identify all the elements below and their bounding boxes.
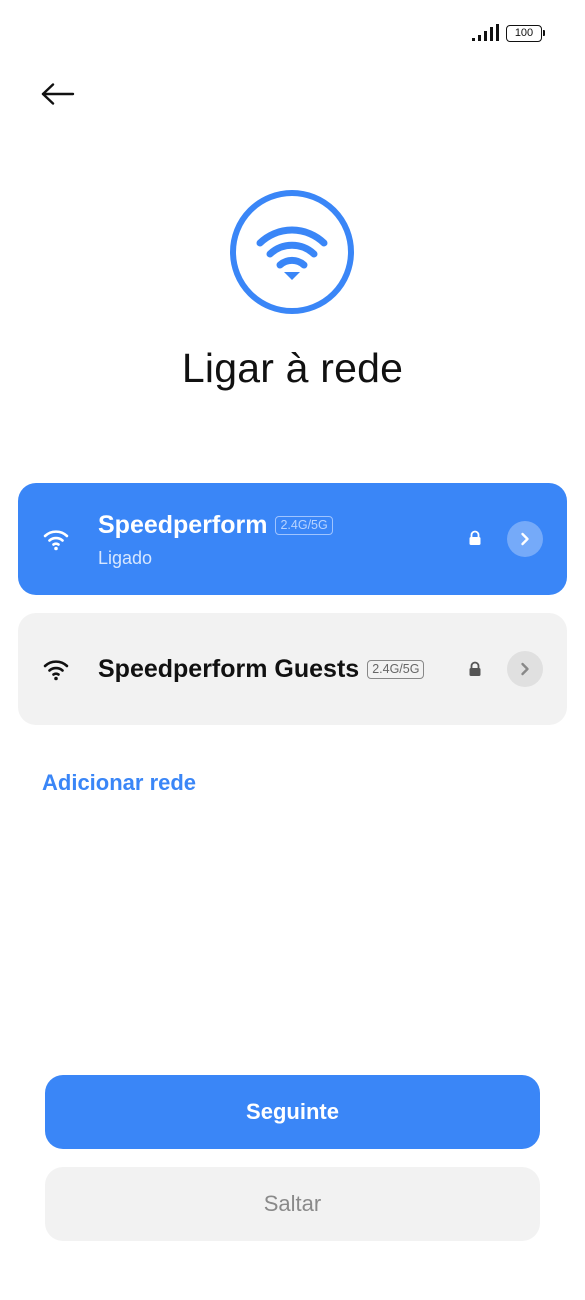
next-button[interactable]: Seguinte [45, 1075, 540, 1149]
wifi-hero-icon [230, 190, 354, 314]
battery-icon: 100 [506, 24, 545, 42]
status-bar: 100 [470, 24, 545, 42]
lock-icon [469, 661, 481, 676]
page-title: Ligar à rede [181, 345, 404, 391]
signal-icon [472, 24, 499, 41]
chevron-right-icon [521, 532, 529, 546]
band-badge: 2.4G/5G [367, 660, 425, 679]
network-details-button[interactable] [507, 521, 543, 557]
wifi-setup-screen: 100 Ligar à rede Speedperform 2.4G/5G Li… [0, 0, 585, 1300]
network-title-row: Speedperform 2.4G/5G [98, 511, 333, 540]
network-card-speedperform-guests[interactable]: Speedperform Guests 2.4G/5G [18, 613, 567, 725]
band-badge: 2.4G/5G [275, 516, 333, 535]
battery-level: 100 [506, 24, 542, 42]
network-title-row: Speedperform Guests 2.4G/5G [98, 655, 425, 684]
network-name: Speedperform Guests [98, 655, 360, 683]
network-details-button[interactable] [507, 651, 543, 687]
wifi-icon [43, 660, 69, 681]
chevron-right-icon [521, 662, 529, 676]
back-arrow-icon [41, 83, 75, 105]
add-network-link[interactable]: Adicionar rede [42, 770, 196, 796]
lock-icon [469, 530, 481, 545]
network-card-speedperform[interactable]: Speedperform 2.4G/5G Ligado [18, 483, 567, 595]
back-button[interactable] [36, 74, 80, 114]
network-status: Ligado [98, 548, 153, 568]
network-name: Speedperform [98, 511, 268, 539]
wifi-icon [43, 530, 69, 551]
skip-button[interactable]: Saltar [45, 1167, 540, 1241]
